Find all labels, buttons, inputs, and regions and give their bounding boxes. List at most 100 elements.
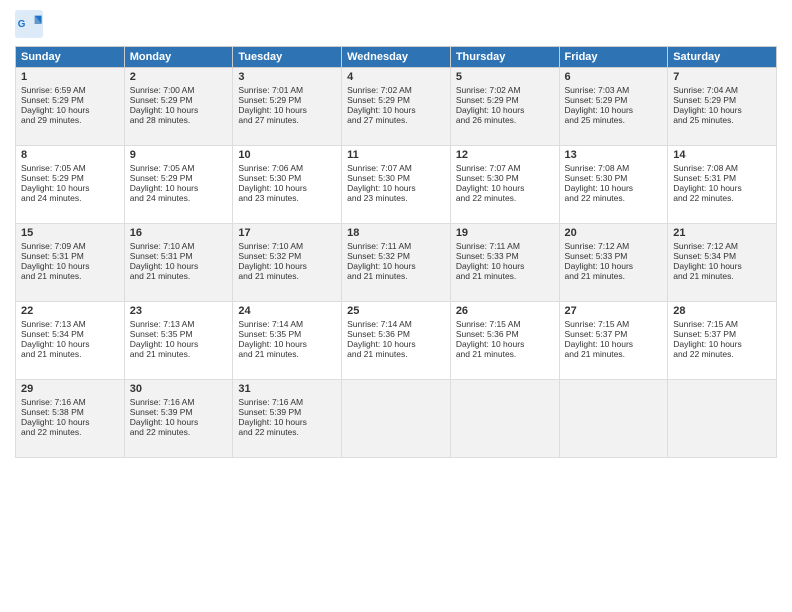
day-info: Sunrise: 7:13 AM <box>130 319 228 329</box>
day-info: Daylight: 10 hours <box>673 183 771 193</box>
day-info: Daylight: 10 hours <box>347 339 445 349</box>
calendar-cell: 1Sunrise: 6:59 AMSunset: 5:29 PMDaylight… <box>16 68 125 146</box>
day-info: Sunrise: 6:59 AM <box>21 85 119 95</box>
calendar-page: G SundayMondayTuesdayWednesdayThursdayFr… <box>0 0 792 612</box>
day-info: and 24 minutes. <box>21 193 119 203</box>
day-info: Daylight: 10 hours <box>456 183 554 193</box>
day-number: 2 <box>130 71 228 83</box>
day-info: Daylight: 10 hours <box>673 339 771 349</box>
day-number: 26 <box>456 305 554 317</box>
calendar-cell: 4Sunrise: 7:02 AMSunset: 5:29 PMDaylight… <box>342 68 451 146</box>
day-info: Sunset: 5:30 PM <box>456 173 554 183</box>
day-info: and 27 minutes. <box>238 115 336 125</box>
calendar-cell: 3 Sunrise: 7:01 AMSunset: 5:29 PMDaylight… <box>233 68 342 146</box>
day-number: 31 <box>238 383 336 395</box>
day-info: Sunrise: 7:05 AM <box>21 163 119 173</box>
day-info: Sunset: 5:37 PM <box>565 329 663 339</box>
day-info: Daylight: 10 hours <box>21 339 119 349</box>
day-info: Sunrise: 7:07 AM <box>456 163 554 173</box>
calendar-cell: 8Sunrise: 7:05 AMSunset: 5:29 PMDaylight… <box>16 146 125 224</box>
day-info: Sunrise: 7:09 AM <box>21 241 119 251</box>
day-info: Daylight: 10 hours <box>130 183 228 193</box>
day-info: and 22 minutes. <box>456 193 554 203</box>
week-row-1: 1Sunrise: 6:59 AMSunset: 5:29 PMDaylight… <box>16 68 777 146</box>
header-tuesday: Tuesday <box>233 47 342 68</box>
day-info: Daylight: 10 hours <box>21 105 119 115</box>
calendar-cell: 26Sunrise: 7:15 AMSunset: 5:36 PMDayligh… <box>450 302 559 380</box>
day-info: and 21 minutes. <box>565 271 663 281</box>
calendar-cell: 19Sunrise: 7:11 AMSunset: 5:33 PMDayligh… <box>450 224 559 302</box>
day-info: Sunrise: 7:03 AM <box>565 85 663 95</box>
logo-icon: G <box>15 10 43 38</box>
day-info: Sunset: 5:31 PM <box>673 173 771 183</box>
header-saturday: Saturday <box>668 47 777 68</box>
day-info: Sunrise: 7:05 AM <box>130 163 228 173</box>
day-info: Sunset: 5:39 PM <box>238 407 336 417</box>
day-info: Sunset: 5:33 PM <box>456 251 554 261</box>
calendar-cell: 16Sunrise: 7:10 AMSunset: 5:31 PMDayligh… <box>124 224 233 302</box>
day-info: Sunset: 5:29 PM <box>238 95 336 105</box>
day-info: Sunrise: 7:01 AM <box>238 85 336 95</box>
day-info: Daylight: 10 hours <box>565 339 663 349</box>
day-info: and 21 minutes. <box>565 349 663 359</box>
calendar-cell: 21Sunrise: 7:12 AMSunset: 5:34 PMDayligh… <box>668 224 777 302</box>
day-number: 30 <box>130 383 228 395</box>
day-info: and 21 minutes. <box>238 349 336 359</box>
calendar-cell: 22Sunrise: 7:13 AMSunset: 5:34 PMDayligh… <box>16 302 125 380</box>
day-info: and 21 minutes. <box>456 349 554 359</box>
day-number: 17 <box>238 227 336 239</box>
day-number: 11 <box>347 149 445 161</box>
day-info: Sunset: 5:35 PM <box>238 329 336 339</box>
day-info: and 21 minutes. <box>130 271 228 281</box>
calendar-cell: 12Sunrise: 7:07 AMSunset: 5:30 PMDayligh… <box>450 146 559 224</box>
day-number: 27 <box>565 305 663 317</box>
calendar-cell: 25Sunrise: 7:14 AMSunset: 5:36 PMDayligh… <box>342 302 451 380</box>
day-info: and 24 minutes. <box>130 193 228 203</box>
day-number: 15 <box>21 227 119 239</box>
day-info: Sunset: 5:29 PM <box>21 173 119 183</box>
day-info: Sunrise: 7:08 AM <box>673 163 771 173</box>
calendar-table: SundayMondayTuesdayWednesdayThursdayFrid… <box>15 46 777 458</box>
day-number: 9 <box>130 149 228 161</box>
day-info: Daylight: 10 hours <box>347 105 445 115</box>
day-info: Daylight: 10 hours <box>456 105 554 115</box>
day-info: Sunrise: 7:16 AM <box>238 397 336 407</box>
day-number: 4 <box>347 71 445 83</box>
calendar-cell: 29Sunrise: 7:16 AMSunset: 5:38 PMDayligh… <box>16 380 125 458</box>
calendar-cell: 18Sunrise: 7:11 AMSunset: 5:32 PMDayligh… <box>342 224 451 302</box>
day-info: Sunset: 5:30 PM <box>347 173 445 183</box>
day-info: and 21 minutes. <box>456 271 554 281</box>
calendar-cell: 7Sunrise: 7:04 AMSunset: 5:29 PMDaylight… <box>668 68 777 146</box>
header-thursday: Thursday <box>450 47 559 68</box>
day-number: 16 <box>130 227 228 239</box>
day-info: Sunrise: 7:10 AM <box>238 241 336 251</box>
day-info: and 28 minutes. <box>130 115 228 125</box>
day-info: Sunset: 5:29 PM <box>130 173 228 183</box>
day-info: Sunset: 5:29 PM <box>456 95 554 105</box>
day-info: Sunrise: 7:16 AM <box>21 397 119 407</box>
day-info: Daylight: 10 hours <box>238 339 336 349</box>
calendar-cell: 14 Sunrise: 7:08 AMSunset: 5:31 PMDayligh… <box>668 146 777 224</box>
day-number: 3 <box>238 71 336 83</box>
day-info: and 29 minutes. <box>21 115 119 125</box>
calendar-cell: 20Sunrise: 7:12 AMSunset: 5:33 PMDayligh… <box>559 224 668 302</box>
day-info: and 22 minutes. <box>21 427 119 437</box>
day-info: Sunset: 5:29 PM <box>347 95 445 105</box>
day-number: 6 <box>565 71 663 83</box>
calendar-cell: 27Sunrise: 7:15 AMSunset: 5:37 PMDayligh… <box>559 302 668 380</box>
day-info: Sunrise: 7:02 AM <box>456 85 554 95</box>
day-number: 14 <box>673 149 771 161</box>
calendar-cell: 28Sunrise: 7:15 AMSunset: 5:37 PMDayligh… <box>668 302 777 380</box>
day-info: Sunrise: 7:13 AM <box>21 319 119 329</box>
day-info: Daylight: 10 hours <box>238 105 336 115</box>
day-info: Sunset: 5:31 PM <box>21 251 119 261</box>
calendar-cell: 6Sunrise: 7:03 AMSunset: 5:29 PMDaylight… <box>559 68 668 146</box>
calendar-cell: 31Sunrise: 7:16 AMSunset: 5:39 PMDayligh… <box>233 380 342 458</box>
day-info: Sunset: 5:29 PM <box>673 95 771 105</box>
day-info: and 22 minutes. <box>565 193 663 203</box>
calendar-cell: 9 Sunrise: 7:05 AMSunset: 5:29 PMDaylight… <box>124 146 233 224</box>
day-number: 10 <box>238 149 336 161</box>
day-info: Sunrise: 7:08 AM <box>565 163 663 173</box>
day-info: Sunrise: 7:15 AM <box>456 319 554 329</box>
day-info: Sunset: 5:34 PM <box>673 251 771 261</box>
